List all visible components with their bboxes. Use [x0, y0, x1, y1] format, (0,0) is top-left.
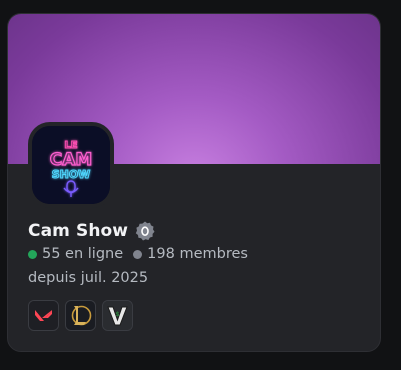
member-count: 198 membres [147, 246, 248, 262]
online-count: 55 en ligne [42, 246, 124, 262]
cam-show-logo: LE CAM SHOW [32, 126, 110, 204]
logo-text-show: SHOW [52, 168, 91, 181]
gta-v-icon[interactable]: $ [102, 300, 133, 331]
valorant-icon[interactable] [28, 300, 59, 331]
logo-text-cam: CAM [50, 150, 93, 170]
server-verified-badge-icon[interactable] [134, 220, 156, 242]
server-stats: 55 en ligne 198 membres [28, 246, 248, 262]
online-status-dot [28, 249, 37, 259]
league-of-legends-icon[interactable] [65, 300, 96, 331]
server-name: Cam Show [28, 221, 129, 241]
server-games: $ [28, 300, 133, 331]
server-avatar[interactable]: LE CAM SHOW [28, 122, 114, 208]
server-title-row: Cam Show [28, 220, 156, 242]
server-card[interactable]: LE CAM SHOW Cam Show 55 en ligne 198 mem… [7, 13, 381, 352]
members-status-dot [133, 249, 143, 259]
svg-text:$: $ [115, 311, 119, 318]
server-since: depuis juil. 2025 [28, 270, 149, 286]
